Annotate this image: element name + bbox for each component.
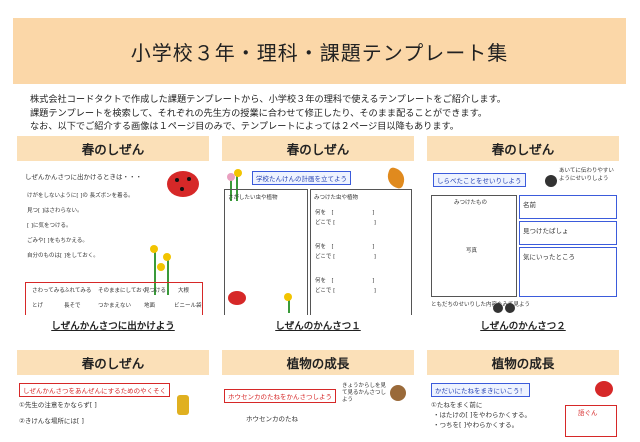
card-heading: 植物の成長	[427, 350, 619, 375]
field-row: 何を [ ]	[315, 210, 375, 216]
field-row: 何を [ ]	[315, 278, 375, 284]
word-cell: さわってみる	[32, 288, 65, 294]
template-card-4[interactable]: 春のしぜん しぜんかんさつをあんぜんにするためのやくそく ①先生の注意をかならず…	[17, 350, 209, 442]
word-bank-label: 語ぐん	[578, 409, 598, 417]
word-bank: さわってみる ふれてみる そのままにしておく 見つける 大根 とげ 長そで つか…	[25, 282, 203, 315]
thumb-tag: 学校たんけんの計画を立てよう	[252, 171, 351, 185]
found-photo-box: みつけたもの 写真	[431, 195, 517, 297]
thumb-tag: しぜんかんさつをあんぜんにするためのやくそく	[19, 383, 171, 397]
card-heading: 春のしぜん	[427, 136, 619, 161]
intro-line-1: 株式会社コードタクトで作成した課題テンプレートから、小学校３年の理科で使えるテン…	[30, 94, 506, 105]
word-cell: ふれてみる	[64, 288, 92, 294]
page-title: 小学校３年・理科・課題テンプレート集	[130, 40, 509, 65]
flower-icon	[163, 253, 171, 261]
card-heading: 植物の成長	[222, 350, 414, 375]
template-thumbnail[interactable]: かだいにたねをまきにいこう！ ①たねをまく前に ・はたけの[ ]をやわらかくする…	[427, 379, 619, 439]
intro-line-2: 課題テンプレートを検索して、それぞれの先生方の授業に合わせて修正したり、そのまま…	[30, 107, 488, 119]
teacher-icon	[545, 175, 557, 187]
template-thumbnail[interactable]: ホウセンカのたねをかんさつしよう きょうからしを見て見るかんさつしよう ホウセン…	[222, 379, 414, 439]
template-card-3[interactable]: 春のしぜん しらべたことをせいりしよう あいてに伝わりやすいようにせいりしよう …	[427, 136, 619, 332]
child-icon	[493, 303, 503, 313]
thumb-line: ・はたけの[ ]をやわらかくする。	[433, 411, 532, 419]
child-icon	[177, 395, 189, 415]
field-row: どこで [ ]	[315, 254, 376, 260]
word-cell: 見つける	[144, 288, 167, 294]
word-cell: とげ	[32, 303, 44, 309]
thumb-line: ①先生の注意をかならず[ ]	[19, 401, 97, 409]
box-label: みつけた虫や植物	[314, 195, 359, 201]
thumb-title: しぜんかんさつに出かけるときは・・・	[25, 173, 142, 181]
page-banner: 小学校３年・理科・課題テンプレート集	[13, 18, 626, 84]
thumb-line: ①たねをまく前に	[431, 401, 483, 409]
template-thumbnail[interactable]: しらべたことをせいりしよう あいてに伝わりやすいようにせいりしよう みつけたもの…	[427, 165, 619, 315]
field-row: どこで [ ]	[315, 288, 376, 294]
template-card-5[interactable]: 植物の成長 ホウセンカのたねをかんさつしよう きょうからしを見て見るかんさつしよ…	[222, 350, 414, 442]
word-cell: ビニール袋	[174, 303, 202, 309]
ladybug-icon	[228, 291, 246, 305]
template-thumbnail[interactable]: しぜんかんさつをあんぜんにするためのやくそく ①先生の注意をかならず[ ] ②き…	[17, 379, 209, 439]
thumb-sub: ホウセンカのたね	[246, 415, 298, 423]
template-thumbnail[interactable]: しぜんかんさつに出かけるときは・・・ けがをしないように[ ]の 長ズボンを着る…	[17, 165, 209, 315]
template-card-2[interactable]: 春のしぜん 学校たんけんの計画を立てよう さがしたい虫や植物 みつけた虫や植物 …	[222, 136, 414, 332]
ladybug-icon	[167, 171, 199, 197]
thumb-line: けがをしないように[ ]の 長ズボンを着る。	[27, 193, 134, 199]
flower-icon	[157, 263, 165, 271]
field-label: 見つけたばしょ	[523, 227, 569, 235]
card-heading: 春のしぜん	[17, 350, 209, 375]
thumb-tag: かだいにたねをまきにいこう！	[431, 383, 530, 397]
word-cell: 大根	[178, 288, 190, 294]
found-box: みつけた虫や植物 何を [ ] どこで [ ] 何を [ ] どこで [ ] 何…	[310, 189, 412, 315]
child-icon	[505, 303, 515, 313]
template-card-6[interactable]: 植物の成長 かだいにたねをまきにいこう！ ①たねをまく前に ・はたけの[ ]をや…	[427, 350, 619, 442]
card-link[interactable]: しぜんのかんさつ１	[222, 318, 414, 332]
field-label: 名前	[523, 201, 536, 209]
word-bank: 語ぐん	[565, 405, 617, 437]
field-row: 何を [ ]	[315, 244, 375, 250]
favorite-field: 気にいったところ	[519, 247, 617, 297]
card-link[interactable]: しぜんのかんさつ２	[427, 318, 619, 332]
word-cell: そのままにしておく	[98, 288, 148, 294]
box-label: さがしたい虫や植物	[228, 195, 278, 201]
template-thumbnail[interactable]: 学校たんけんの計画を立てよう さがしたい虫や植物 みつけた虫や植物 何を [ ]…	[222, 165, 414, 315]
word-cell: つかまえない	[98, 303, 132, 309]
thumb-tag: ホウセンカのたねをかんさつしよう	[224, 389, 336, 403]
card-heading: 春のしぜん	[17, 136, 209, 161]
flower-icon	[150, 245, 158, 253]
ladybug-icon	[595, 381, 613, 397]
thumb-line: [ ]に気をつける。	[27, 223, 72, 229]
field-label: 気にいったところ	[523, 253, 575, 261]
thumb-line: 自分のものは[ ]をしておく。	[27, 253, 99, 259]
intro-line-3: なお、以下でご紹介する画像は１ページ目のみで、テンプレートによっては２ページ目以…	[30, 121, 459, 132]
thumb-line: ・つちを[ ]やわらかくする。	[433, 421, 519, 429]
intro-text: 株式会社コードタクトで作成した課題テンプレートから、小学校３年の理科で使えるテン…	[30, 93, 620, 134]
name-field: 名前	[519, 195, 617, 219]
thumb-line: 見つ[ ]はさわらない。	[27, 208, 83, 214]
thumb-line: ごみや[ ]をもちかえる。	[27, 238, 88, 244]
flower-icon	[284, 293, 292, 301]
box-label: みつけたもの	[454, 200, 488, 206]
butterfly-icon	[384, 166, 408, 190]
field-row: どこで [ ]	[315, 220, 376, 226]
card-link[interactable]: しぜんかんさつに出かけよう	[17, 318, 209, 332]
mascot-icon	[390, 385, 406, 401]
template-card-1[interactable]: 春のしぜん しぜんかんさつに出かけるときは・・・ けがをしないように[ ]の 長…	[17, 136, 209, 332]
word-cell: 地面	[144, 303, 156, 309]
card-heading: 春のしぜん	[222, 136, 414, 161]
thumb-tag: しらべたことをせいりしよう	[433, 173, 526, 187]
thumb-footer: ともだちのせいりした内容をみて見よう	[431, 302, 531, 308]
thumb-bubble: きょうからしを見て見るかんさつしよう	[342, 383, 387, 403]
place-field: 見つけたばしょ	[519, 221, 617, 245]
word-cell: 長そで	[64, 303, 81, 309]
photo-placeholder: 写真	[466, 248, 478, 254]
thumb-line: ②きけんな場所には[ ]	[19, 417, 84, 425]
thumb-quote: あいてに伝わりやすいようにせいりしよう	[559, 168, 614, 182]
